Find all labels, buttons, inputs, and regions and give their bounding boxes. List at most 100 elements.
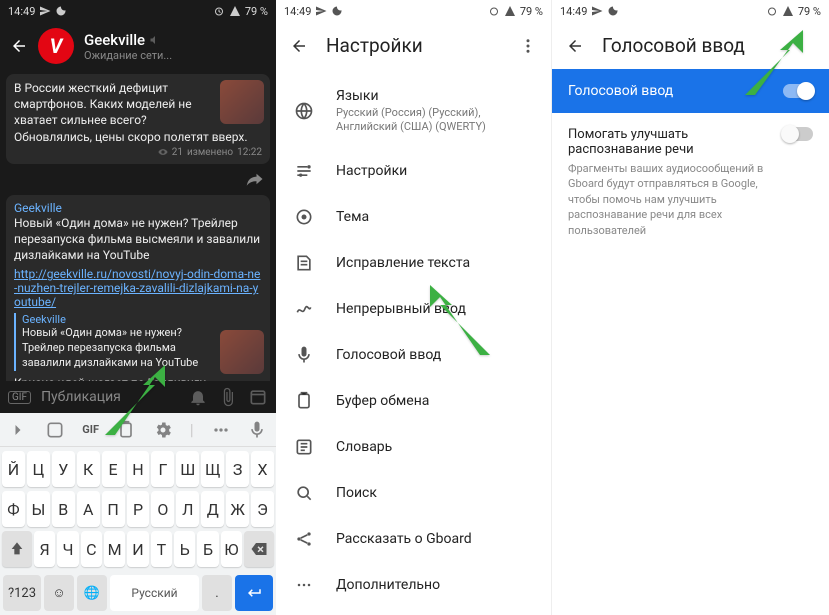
key-Н[interactable]: Н xyxy=(127,451,150,487)
bell-icon[interactable] xyxy=(188,387,208,407)
voice-toggle-row[interactable]: Голосовой ввод xyxy=(552,69,829,113)
key-И[interactable]: И xyxy=(127,531,148,567)
key-Ы[interactable]: Ы xyxy=(27,491,50,527)
key-Ф[interactable]: Ф xyxy=(2,491,25,527)
key-А[interactable]: А xyxy=(77,491,100,527)
gif-badge[interactable]: GIF xyxy=(8,391,31,404)
space-key[interactable]: Русский xyxy=(110,575,199,611)
symbols-key[interactable]: ?123 xyxy=(3,575,41,611)
voice-toggle-switch[interactable] xyxy=(783,84,813,98)
enter-key[interactable] xyxy=(235,575,273,611)
status-bar: 14:49 79 % xyxy=(0,0,276,22)
settings-item-icon xyxy=(294,575,314,595)
settings-item[interactable]: Непрерывный ввод xyxy=(276,286,551,332)
settings-header: Настройки xyxy=(276,22,551,69)
key-У[interactable]: У xyxy=(52,451,75,487)
key-Т[interactable]: Т xyxy=(151,531,172,567)
key-В[interactable]: В xyxy=(52,491,75,527)
globe-key[interactable]: 🌐 xyxy=(77,575,107,611)
chat-header[interactable]: V Geekville Ожидание сети... xyxy=(0,22,276,70)
settings-item-icon xyxy=(294,299,314,319)
period-key[interactable]: . xyxy=(202,575,232,611)
key-Ш[interactable]: Ш xyxy=(176,451,199,487)
key-Ь[interactable]: Ь xyxy=(174,531,195,567)
share-icon[interactable] xyxy=(246,170,264,188)
key-Щ[interactable]: Щ xyxy=(201,451,224,487)
key-Е[interactable]: Е xyxy=(102,451,125,487)
settings-item[interactable]: Тема xyxy=(276,194,551,240)
settings-item[interactable]: Рассказать о Gboard xyxy=(276,516,551,562)
key-Э[interactable]: Э xyxy=(251,491,274,527)
key-Л[interactable]: Л xyxy=(176,491,199,527)
key-Р[interactable]: Р xyxy=(127,491,150,527)
mic-icon[interactable] xyxy=(247,420,267,440)
key-Ч[interactable]: Ч xyxy=(57,531,78,567)
message-input[interactable]: Публикация xyxy=(41,389,178,405)
backspace-key[interactable] xyxy=(244,531,274,567)
back-icon[interactable] xyxy=(566,37,584,55)
message[interactable]: В России жесткий дефицит смартфонов. Как… xyxy=(6,74,270,164)
key-М[interactable]: М xyxy=(104,531,125,567)
help-toggle-switch[interactable] xyxy=(783,127,813,141)
shift-key[interactable] xyxy=(2,531,32,567)
more-icon[interactable] xyxy=(211,420,231,440)
key-Х[interactable]: Х xyxy=(251,451,274,487)
telegram-icon xyxy=(39,5,51,17)
more-icon[interactable] xyxy=(519,37,537,55)
key-К[interactable]: К xyxy=(77,451,100,487)
settings-item[interactable]: Голосовой ввод xyxy=(276,332,551,378)
key-П[interactable]: П xyxy=(102,491,125,527)
battery-text: 79 % xyxy=(245,5,268,18)
message-text: Новый «Один дома» не нужен? Трейлер пере… xyxy=(14,215,262,264)
key-С[interactable]: С xyxy=(81,531,102,567)
settings-item-icon xyxy=(294,529,314,549)
message-thumbnail[interactable] xyxy=(220,330,264,374)
settings-item-icon xyxy=(294,161,314,181)
signal-icon xyxy=(782,5,794,17)
settings-item[interactable]: Дополнительно xyxy=(276,562,551,608)
settings-item[interactable]: Буфер обмена xyxy=(276,378,551,424)
telegram-icon xyxy=(591,5,603,17)
key-Д[interactable]: Д xyxy=(201,491,224,527)
back-icon[interactable] xyxy=(10,37,28,55)
key-Ж[interactable]: Ж xyxy=(226,491,249,527)
attach-icon[interactable] xyxy=(218,387,238,407)
settings-item[interactable]: Поиск xyxy=(276,470,551,516)
settings-item[interactable]: ЯзыкиРусский (Россия) (Русский), Английс… xyxy=(276,75,551,148)
edited-label: изменено xyxy=(187,147,233,158)
settings-item[interactable]: Оцените наше приложение xyxy=(276,608,551,615)
sticker-icon[interactable] xyxy=(45,420,65,440)
key-Ц[interactable]: Ц xyxy=(27,451,50,487)
telegram-panel: 14:49 79 % V Geekville Ожидание сети... … xyxy=(0,0,276,615)
messages-area[interactable]: В России жесткий дефицит смартфонов. Как… xyxy=(0,70,276,381)
settings-item[interactable]: Настройки xyxy=(276,148,551,194)
clipboard-icon[interactable] xyxy=(116,420,136,440)
message[interactable]: Geekville Новый «Один дома» не нужен? Тр… xyxy=(6,195,270,381)
settings-item-label: Тема xyxy=(336,209,533,225)
key-О[interactable]: О xyxy=(151,491,174,527)
chevron-right-icon[interactable] xyxy=(8,420,28,440)
settings-item-icon xyxy=(294,437,314,457)
settings-item[interactable]: Исправление текста xyxy=(276,240,551,286)
channel-avatar[interactable]: V xyxy=(38,28,74,64)
key-Й[interactable]: Й xyxy=(2,451,25,487)
gear-icon[interactable] xyxy=(153,420,173,440)
emoji-key[interactable]: ☺ xyxy=(44,575,74,611)
key-Я[interactable]: Я xyxy=(34,531,55,567)
message-thumbnail[interactable] xyxy=(220,80,264,124)
message-link[interactable]: http://geekville.ru/novosti/novyj-odin-d… xyxy=(14,267,260,309)
help-title: Помогать улучшать распознавание речи xyxy=(568,127,769,157)
help-improve-row[interactable]: Помогать улучшать распознавание речи Фра… xyxy=(552,113,829,252)
key-З[interactable]: З xyxy=(226,451,249,487)
message-author[interactable]: Geekville xyxy=(14,201,262,215)
key-Б[interactable]: Б xyxy=(197,531,218,567)
settings-panel: 14:49 79 % Настройки ЯзыкиРусский (Росси… xyxy=(276,0,552,615)
status-bar: 14:49 79 % xyxy=(552,0,829,22)
back-icon[interactable] xyxy=(290,37,308,55)
key-Г[interactable]: Г xyxy=(151,451,174,487)
settings-item-label: Голосовой ввод xyxy=(336,347,533,363)
gif-button[interactable]: GIF xyxy=(82,423,99,436)
key-Ю[interactable]: Ю xyxy=(221,531,242,567)
schedule-icon[interactable] xyxy=(248,387,268,407)
settings-item[interactable]: Словарь xyxy=(276,424,551,470)
